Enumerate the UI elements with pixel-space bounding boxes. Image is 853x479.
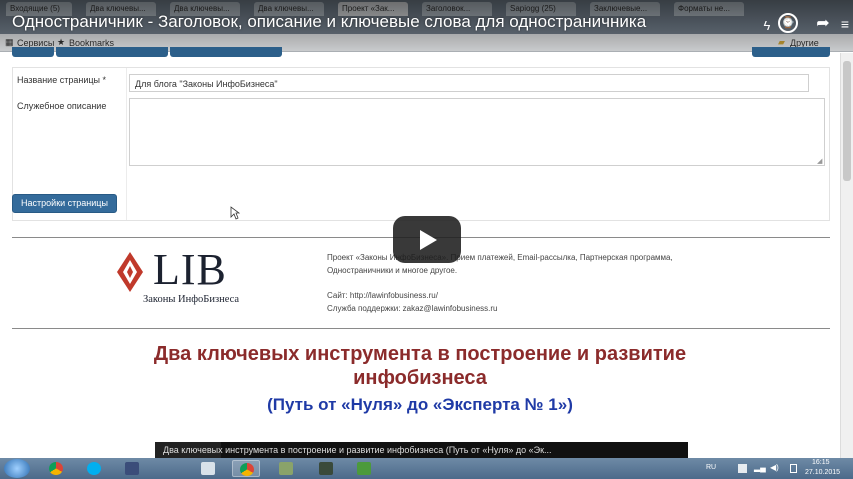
start-button[interactable] xyxy=(4,459,30,478)
headline-line-2: инфобизнеса xyxy=(353,367,487,389)
mouse-cursor-icon xyxy=(230,206,240,220)
taskbar-chrome-2[interactable] xyxy=(232,460,260,477)
taskbar-chrome-1[interactable] xyxy=(42,460,70,477)
flag-icon[interactable] xyxy=(738,464,747,473)
scroll-thumb[interactable] xyxy=(843,61,851,181)
watch-later-icon[interactable]: ⌚ xyxy=(778,13,798,33)
browser-tab-bar: Входящие (5) Два ключевы... Два ключевы.… xyxy=(0,0,853,34)
top-button-3[interactable] xyxy=(170,47,282,57)
tab-7[interactable]: Заключевые... xyxy=(590,2,660,16)
tab-3[interactable]: Два ключевы... xyxy=(254,2,324,16)
embedded-video-title[interactable]: Два ключевых инструмента в построение и … xyxy=(163,445,552,455)
logo-text: LIB xyxy=(153,245,227,294)
page-form: Название страницы * Для блога "Законы Ин… xyxy=(12,67,830,221)
project-line-1: Проект «Законы ИнфоБизнеса». Прием плате… xyxy=(327,253,673,262)
support-line: Служба поддержки: zakaz@lawinfobusiness.… xyxy=(327,304,498,313)
network-icon xyxy=(319,462,333,475)
site-line: Сайт: http://lawinfobusiness.ru/ xyxy=(327,291,438,300)
top-button-2[interactable] xyxy=(56,47,168,57)
divider-bottom xyxy=(12,328,830,329)
battery-icon[interactable] xyxy=(790,464,797,473)
page-settings-button[interactable]: Настройки страницы xyxy=(12,194,117,213)
clock-time[interactable]: 16:15 xyxy=(812,459,830,466)
taskbar-app-dark[interactable] xyxy=(312,460,340,477)
bolt-icon: ϟ xyxy=(763,18,771,33)
embedded-video-bar[interactable]: Два ключевых инструмента в построение и … xyxy=(155,442,688,458)
pen-nib-icon xyxy=(117,252,143,292)
top-button-4[interactable] xyxy=(752,47,830,57)
taskbar-app-image[interactable] xyxy=(350,460,378,477)
clock-date[interactable]: 27.10.2015 xyxy=(805,469,840,476)
service-desc-label: Служебное описание xyxy=(17,101,107,111)
language-indicator[interactable]: RU xyxy=(706,464,716,471)
resize-handle-icon[interactable]: ◢ xyxy=(817,157,822,165)
volume-icon[interactable]: ◀) xyxy=(770,463,779,472)
tab-6[interactable]: Sapiogg (25) xyxy=(506,2,576,16)
signal-icon[interactable]: ▂▄ xyxy=(754,463,766,472)
save-icon xyxy=(125,462,139,475)
taskbar-app-green[interactable] xyxy=(272,460,300,477)
play-button[interactable] xyxy=(393,216,461,263)
page-scrollbar[interactable] xyxy=(840,53,853,458)
taskbar: RU ▂▄ ◀) 16:15 27.10.2015 xyxy=(0,458,853,479)
chrome-icon xyxy=(240,463,254,476)
page-name-label: Название страницы * xyxy=(17,75,106,85)
skype-icon xyxy=(87,462,101,475)
taskbar-app-box[interactable] xyxy=(194,460,222,477)
tab-4[interactable]: Проект «Зак... xyxy=(338,2,408,16)
form-divider xyxy=(126,68,127,220)
page-name-input[interactable]: Для блога "Законы ИнфоБизнеса" xyxy=(129,74,809,92)
tab-2[interactable]: Два ключевы... xyxy=(170,2,240,16)
menu-icon[interactable]: ≡ xyxy=(834,13,853,35)
taskbar-skype[interactable] xyxy=(80,460,108,477)
chrome-icon xyxy=(49,462,63,475)
taskbar-floppy[interactable] xyxy=(118,460,146,477)
box-icon xyxy=(201,462,215,475)
top-button-1[interactable] xyxy=(12,47,54,57)
tab-5[interactable]: Заголовок... xyxy=(422,2,492,16)
green-app-icon xyxy=(279,462,293,475)
service-desc-textarea[interactable] xyxy=(129,98,825,166)
tab-0[interactable]: Входящие (5) xyxy=(6,2,72,16)
project-line-2: Одностраничники и многое другое. xyxy=(327,266,458,275)
logo-subtitle: Законы ИнфоБизнеса xyxy=(143,294,240,305)
subheadline: (Путь от «Нуля» до «Эксперта № 1») xyxy=(267,395,573,414)
headline-line-1: Два ключевых инструмента в построение и … xyxy=(153,343,687,365)
tab-1[interactable]: Два ключевы... xyxy=(86,2,156,16)
image-app-icon xyxy=(357,462,371,475)
lib-logo: LIB Законы ИнфоБизнеса xyxy=(113,248,273,310)
share-icon[interactable]: ➦ xyxy=(812,13,834,35)
tab-8[interactable]: Форматы не... xyxy=(674,2,744,16)
